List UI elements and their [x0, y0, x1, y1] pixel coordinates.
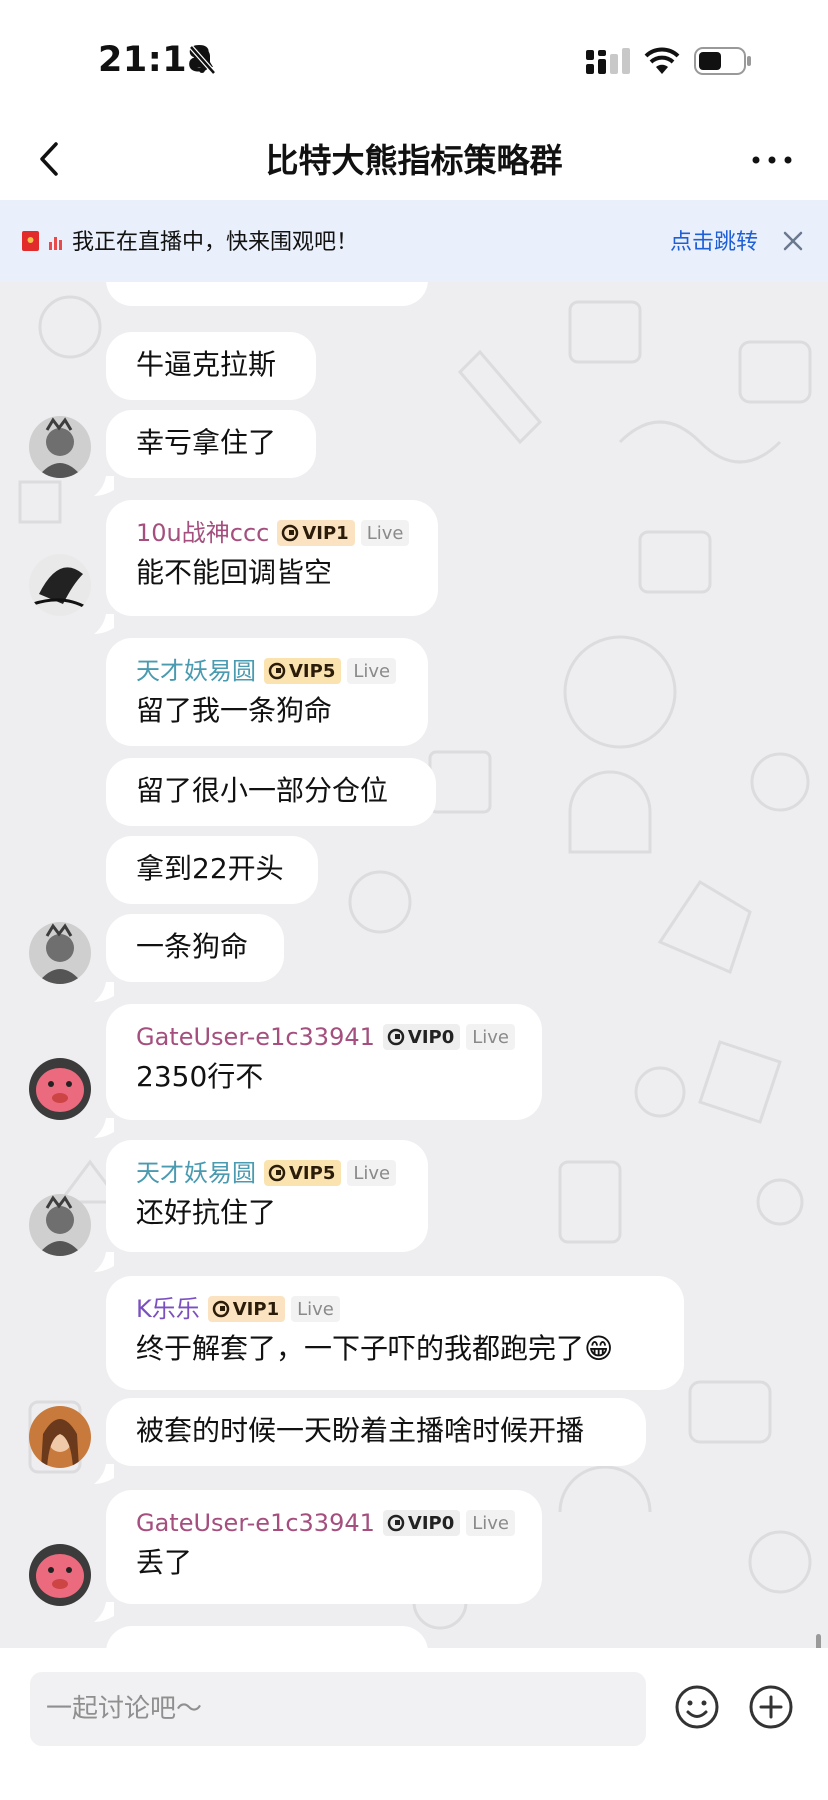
- username[interactable]: 10u战神ccc: [136, 518, 269, 548]
- vip-level: VIP5: [289, 660, 336, 682]
- bubble-tail: [94, 1602, 114, 1622]
- message-bubble[interactable]: 牛逼克拉斯: [106, 332, 316, 400]
- avatar-woman-portrait[interactable]: [29, 1406, 91, 1468]
- message-meta: K乐乐 VIP1 Live: [136, 1294, 654, 1324]
- vip-level: VIP0: [407, 1512, 455, 1534]
- message-meta: 天才妖易圆 VIP5 Live: [136, 656, 398, 686]
- red-envelope-icon: [22, 231, 39, 251]
- message-bubble[interactable]: 10u战神ccc VIP1 Live 能不能回调皆空: [106, 500, 438, 616]
- bubble-tail: [94, 1252, 114, 1272]
- message-bubble[interactable]: 天才妖易圆 VIP5 Live 留了我一条狗命: [106, 638, 428, 746]
- message-bubble[interactable]: [106, 1626, 428, 1648]
- message-bubble[interactable]: 拿到22开头: [106, 836, 318, 904]
- message-bubble[interactable]: 幸亏拿住了: [106, 410, 316, 478]
- close-icon[interactable]: [781, 229, 805, 253]
- message-meta: 10u战神ccc VIP1 Live: [136, 518, 410, 548]
- add-attachment-icon[interactable]: [748, 1684, 794, 1730]
- message-bubble[interactable]: 留了很小一部分仓位: [106, 758, 436, 826]
- vip-level: VIP5: [289, 1162, 336, 1184]
- live-wave-icon: [49, 237, 62, 250]
- bell-muted-icon: [189, 45, 216, 75]
- avatar-bear-warrior[interactable]: [29, 922, 91, 984]
- vip-level-icon: [282, 524, 299, 542]
- live-badge: Live: [347, 1160, 397, 1186]
- battery-icon: [694, 47, 751, 75]
- status-bar: 21:18: [0, 0, 828, 118]
- vip-badge: VIP0: [382, 1510, 461, 1536]
- live-badge: Live: [291, 1296, 340, 1322]
- message-composer: [0, 1648, 828, 1800]
- vip-badge: VIP5: [264, 1160, 342, 1186]
- scrollbar[interactable]: [816, 1634, 821, 1648]
- more-options-icon[interactable]: [750, 138, 794, 182]
- username[interactable]: GateUser-e1c33941: [136, 1508, 375, 1538]
- message-text: 丢了: [136, 1546, 193, 1579]
- bubble-tail: [94, 982, 114, 1002]
- vip-badge: VIP1: [277, 520, 355, 546]
- message-text: 能不能回调皆空: [136, 556, 333, 589]
- message-bubble[interactable]: [106, 282, 428, 306]
- message-bubble[interactable]: GateUser-e1c33941 VIP0 Live 2350行不: [106, 1004, 542, 1120]
- wifi-icon: [644, 47, 680, 74]
- avatar-pink-creature[interactable]: [29, 1544, 91, 1606]
- message-text: 牛逼克拉斯: [136, 348, 277, 381]
- page-title: 比特大熊指标策略群: [265, 141, 563, 180]
- vip-badge: VIP0: [382, 1024, 461, 1050]
- banner-jump-link[interactable]: 点击跳转: [670, 224, 758, 256]
- avatar-bear-warrior[interactable]: [29, 416, 91, 478]
- message-bubble[interactable]: GateUser-e1c33941 VIP0 Live 丢了: [106, 1490, 542, 1604]
- vip-badge: VIP1: [207, 1296, 286, 1322]
- username[interactable]: GateUser-e1c33941: [136, 1022, 375, 1052]
- vip-level: VIP1: [232, 1298, 280, 1320]
- username[interactable]: K乐乐: [136, 1294, 200, 1324]
- message-text: 拿到22开头: [136, 852, 284, 885]
- vip-badge: VIP5: [264, 658, 342, 684]
- bubble-tail: [94, 476, 114, 496]
- avatar-pink-creature[interactable]: [29, 1058, 91, 1120]
- username[interactable]: 天才妖易圆: [136, 656, 256, 686]
- live-badge: Live: [347, 658, 397, 684]
- message-meta: 天才妖易圆 VIP5 Live: [136, 1158, 398, 1188]
- vip-level-icon: [387, 1514, 405, 1532]
- message-bubble[interactable]: K乐乐 VIP1 Live 终于解套了，一下子吓的我都跑完了😁: [106, 1276, 684, 1390]
- bubble-tail: [94, 1464, 114, 1484]
- message-meta: GateUser-e1c33941 VIP0 Live: [136, 1022, 516, 1052]
- message-text: 留了我一条狗命: [136, 694, 333, 727]
- cellular-signal-icon: [586, 48, 630, 74]
- avatar-bear-warrior[interactable]: [29, 1194, 91, 1256]
- message-text: 被套的时候一天盼着主播啥时候开播: [136, 1414, 585, 1447]
- live-badge: Live: [466, 1510, 516, 1536]
- message-text: 还好抗住了: [136, 1196, 277, 1229]
- vip-level-icon: [268, 662, 286, 680]
- message-text: 终于解套了，一下子吓的我都跑完了😁: [136, 1332, 614, 1365]
- emoji-icon[interactable]: [674, 1684, 720, 1730]
- bubble-tail: [94, 1118, 114, 1138]
- message-bubble[interactable]: 一条狗命: [106, 914, 284, 982]
- vip-level: VIP0: [407, 1026, 455, 1048]
- live-banner[interactable]: 我正在直播中，快来围观吧！ 点击跳转: [0, 200, 828, 282]
- message-bubble[interactable]: 天才妖易圆 VIP5 Live 还好抗住了: [106, 1140, 428, 1252]
- vip-level-icon: [387, 1028, 405, 1046]
- message-text: 2350行不: [136, 1060, 264, 1093]
- vip-level: VIP1: [302, 522, 349, 544]
- message-meta: GateUser-e1c33941 VIP0 Live: [136, 1508, 516, 1538]
- message-input[interactable]: [30, 1672, 646, 1746]
- vip-level-icon: [212, 1300, 229, 1318]
- message-text: 留了很小一部分仓位: [136, 774, 389, 807]
- message-text: 一条狗命: [136, 930, 249, 963]
- message-list[interactable]: 牛逼克拉斯 幸亏拿住了 10u战神ccc VIP1 Live 能不能回调皆空 天…: [0, 282, 828, 1648]
- bubble-tail: [94, 614, 114, 634]
- message-bubble[interactable]: 被套的时候一天盼着主播啥时候开播: [106, 1398, 646, 1466]
- message-text: 幸亏拿住了: [136, 426, 277, 459]
- live-badge: Live: [466, 1024, 516, 1050]
- vip-level-icon: [268, 1164, 286, 1182]
- username[interactable]: 天才妖易圆: [136, 1158, 256, 1188]
- chat-header: 比特大熊指标策略群: [0, 118, 828, 200]
- avatar-ink-figure[interactable]: [29, 554, 91, 616]
- live-badge: Live: [360, 520, 410, 546]
- banner-message: 我正在直播中，快来围观吧！: [72, 230, 359, 255]
